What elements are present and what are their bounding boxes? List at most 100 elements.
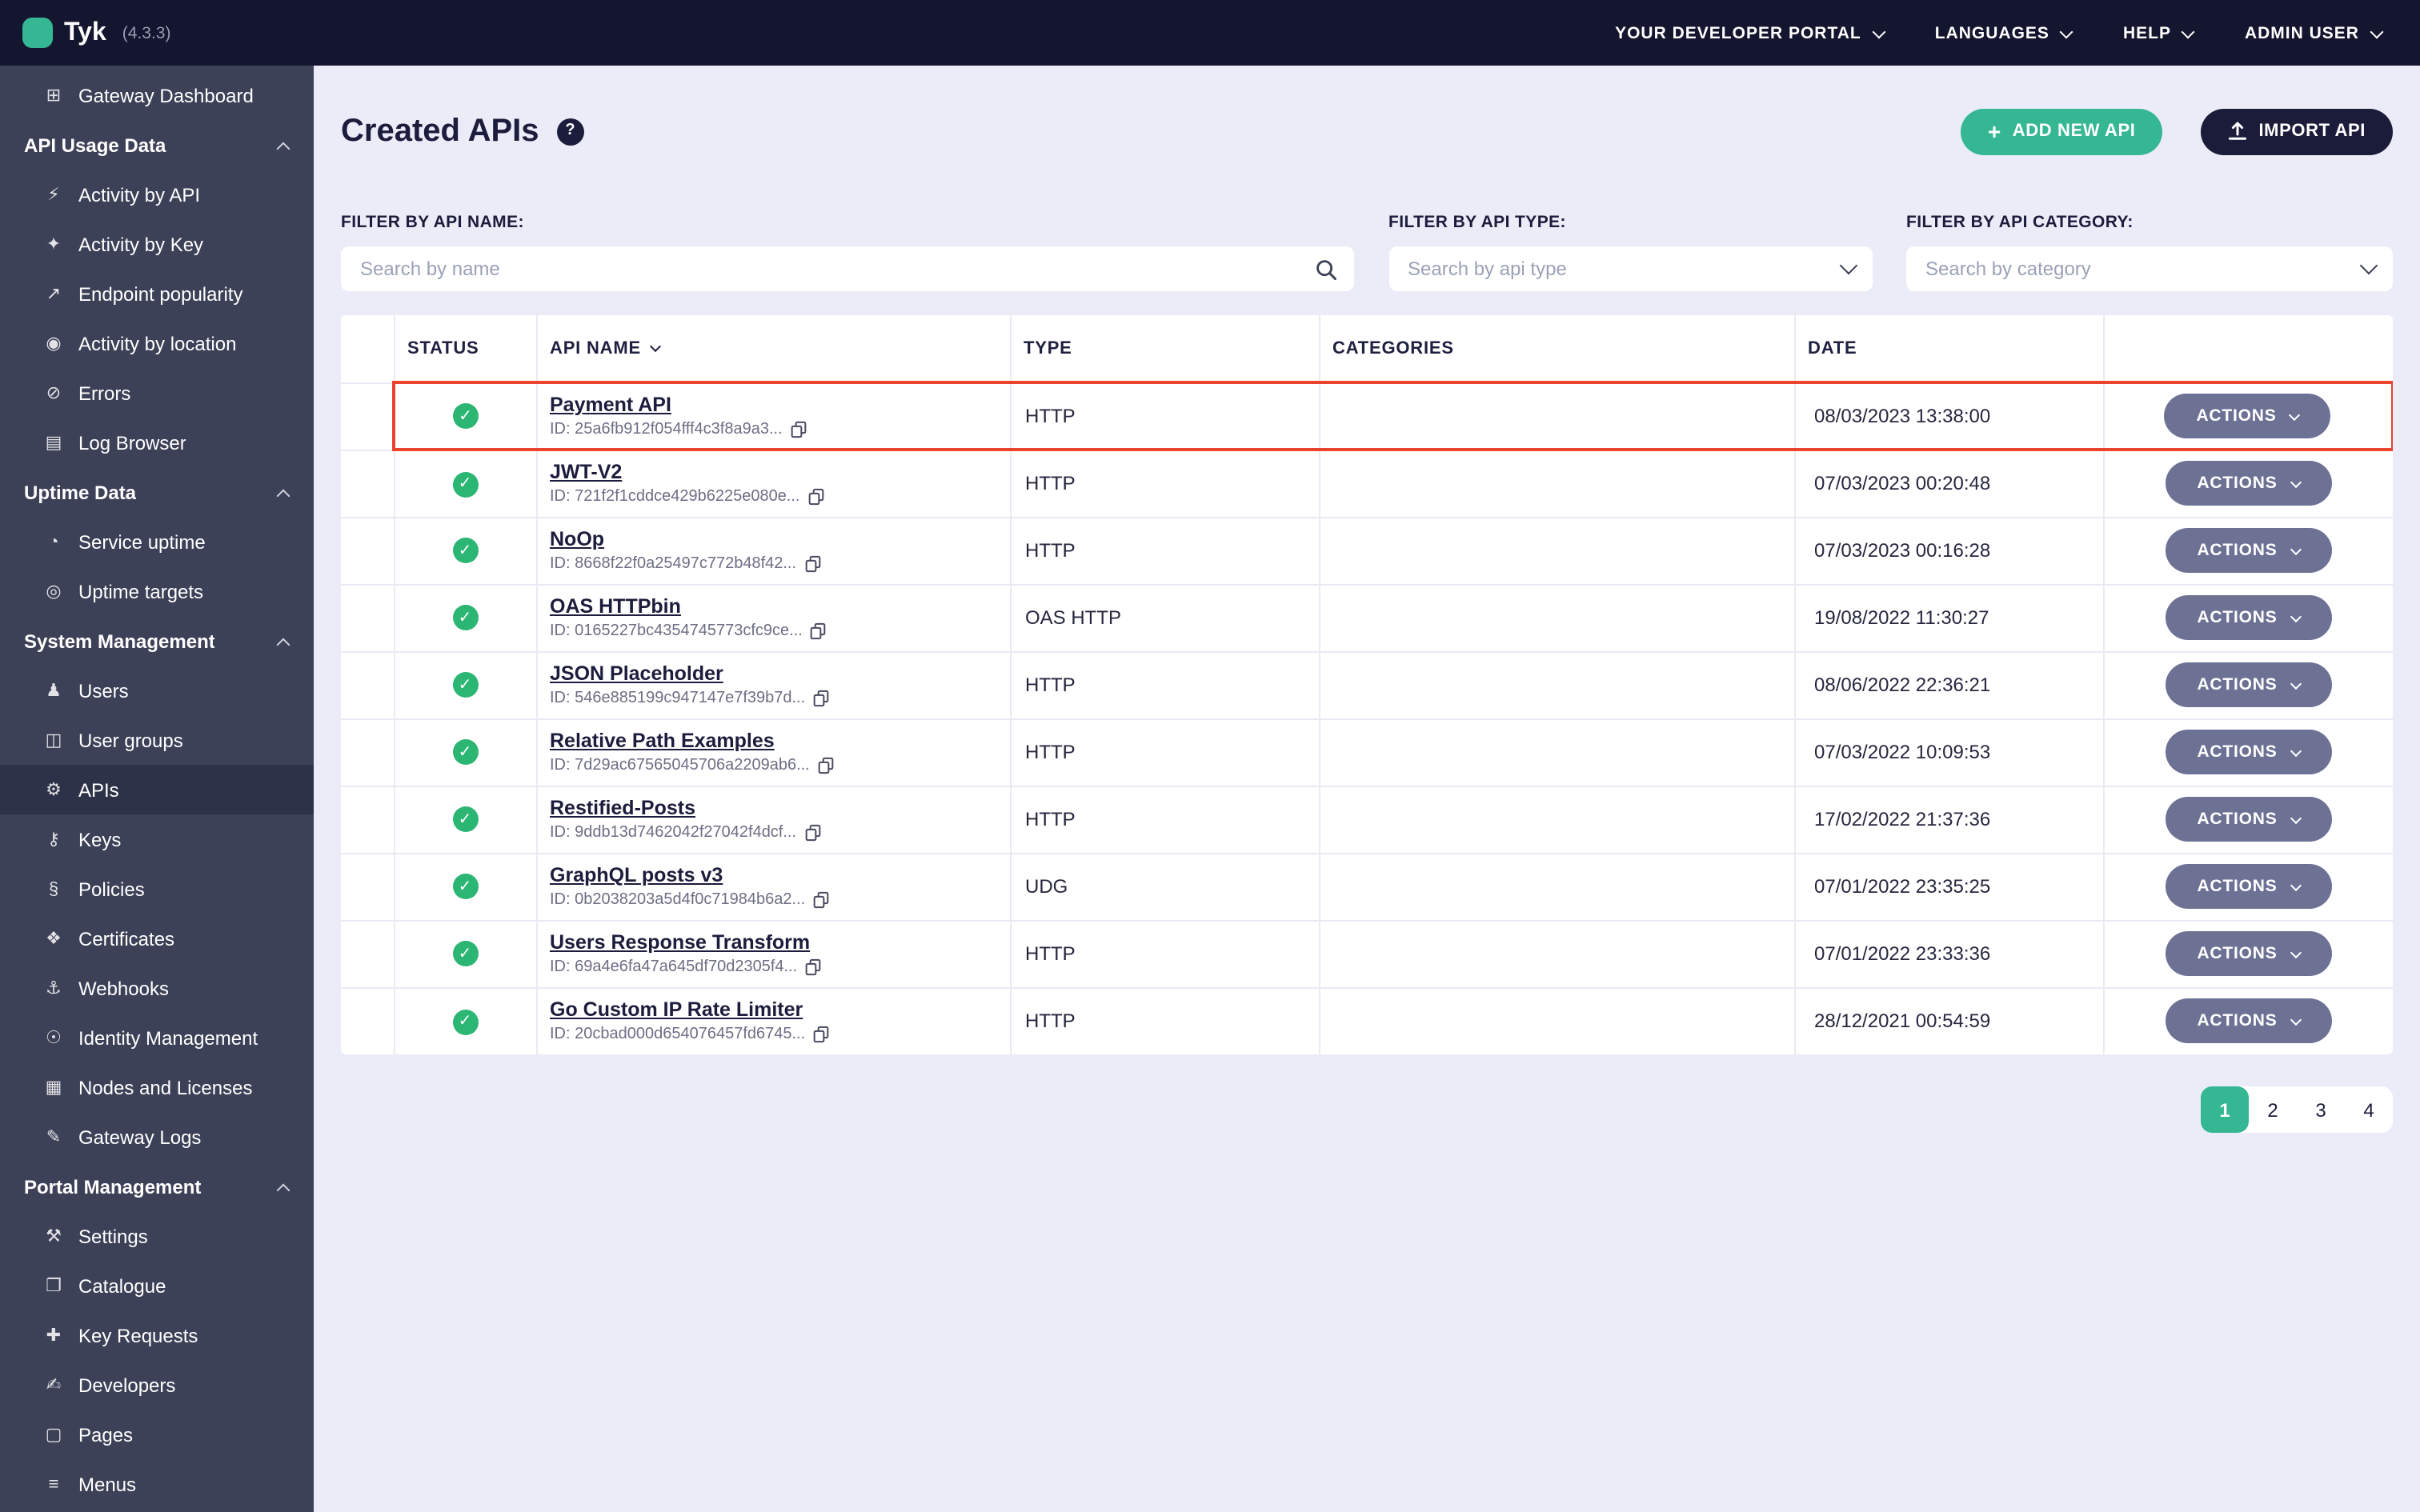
sidebar-item-label: Errors	[78, 382, 131, 404]
col-spacer	[341, 315, 395, 383]
menus-icon: ≡	[48, 1474, 59, 1494]
actions-button[interactable]: ACTIONS	[2165, 797, 2332, 842]
sidebar-section-uptime-data[interactable]: Uptime Data	[0, 467, 314, 517]
sidebar-item-gateway-dashboard[interactable]: ⊞ Gateway Dashboard	[0, 70, 314, 120]
sidebar-item-menus[interactable]: ≡ Menus	[0, 1459, 314, 1509]
sidebar-item-users[interactable]: ♟ Users	[0, 666, 314, 715]
row-name-cell: Payment API ID: 25a6fb912f054fff4c3f8a9a…	[536, 381, 1011, 451]
sidebar-item-activity-by-api[interactable]: ⚡ Activity by API	[0, 170, 314, 219]
api-category-select[interactable]: Search by category	[1906, 246, 2393, 291]
api-type-select[interactable]: Search by api type	[1388, 246, 1872, 291]
actions-button[interactable]: ACTIONS	[2165, 730, 2332, 774]
sidebar-section-system-management[interactable]: System Management	[0, 616, 314, 666]
sidebar-item-activity-by-key[interactable]: ✦ Activity by Key	[0, 219, 314, 269]
api-name-link[interactable]: OAS HTTPbin	[550, 595, 681, 618]
topbar-menu-languages[interactable]: LANGUAGES	[1935, 23, 2074, 42]
tyk-logo[interactable]: Tyk (4.3.3)	[22, 18, 171, 48]
actions-button-label: ACTIONS	[2197, 675, 2278, 694]
row-actions-cell: ACTIONS	[2103, 650, 2393, 718]
sidebar-item-activity-by-location[interactable]: ◉ Activity by location	[0, 318, 314, 368]
add-new-api-button[interactable]: + ADD NEW API	[1960, 108, 2163, 154]
copy-icon[interactable]	[804, 555, 820, 573]
developers-icon: ✍	[46, 1376, 62, 1395]
sidebar-item-user-groups[interactable]: ◫ User groups	[0, 715, 314, 765]
sidebar-item-developers[interactable]: ✍ Developers	[0, 1360, 314, 1410]
pagination-page-3[interactable]: 3	[2297, 1086, 2345, 1133]
api-name-link[interactable]: Users Response Transform	[550, 931, 810, 954]
api-name-link[interactable]: JSON Placeholder	[550, 662, 723, 685]
app-version: (4.3.3)	[122, 23, 171, 42]
sidebar-item-log-browser[interactable]: ▤ Log Browser	[0, 418, 314, 467]
copy-icon[interactable]	[805, 958, 821, 976]
chevron-down-icon	[2370, 24, 2384, 38]
sidebar-section-portal-management[interactable]: Portal Management	[0, 1162, 314, 1211]
row-categories-cell	[1319, 919, 1795, 987]
sidebar-item-label: Developers	[78, 1374, 176, 1396]
sidebar-item-apis[interactable]: ⚙ APIs	[0, 765, 314, 814]
sidebar-item-webhooks[interactable]: ⚓ Webhooks	[0, 963, 314, 1013]
filter-api-category: FILTER BY API CATEGORY: Search by catego…	[1906, 213, 2393, 291]
import-api-button[interactable]: IMPORT API	[2201, 108, 2393, 154]
copy-icon[interactable]	[813, 891, 829, 909]
actions-button[interactable]: ACTIONS	[2165, 461, 2332, 506]
api-name-link[interactable]: GraphQL posts v3	[550, 864, 723, 886]
sidebar-item-endpoint-popularity[interactable]: ↗ Endpoint popularity	[0, 269, 314, 318]
actions-button[interactable]: ACTIONS	[2165, 662, 2332, 707]
api-name-link[interactable]: Payment API	[550, 394, 671, 416]
actions-button[interactable]: ACTIONS	[2165, 931, 2332, 976]
sidebar-item-keys[interactable]: ⚷ Keys	[0, 814, 314, 864]
api-name-link[interactable]: Restified-Posts	[550, 797, 695, 819]
topbar-menu-help[interactable]: HELP	[2123, 23, 2196, 42]
copy-icon[interactable]	[791, 421, 807, 438]
sidebar-item-uptime-targets[interactable]: ◎ Uptime targets	[0, 566, 314, 616]
sidebar-item-key-requests[interactable]: ✚ Key Requests	[0, 1310, 314, 1360]
actions-button[interactable]: ACTIONS	[2165, 528, 2332, 573]
copy-icon[interactable]	[808, 489, 824, 506]
sidebar-section-api-usage-data[interactable]: API Usage Data	[0, 120, 314, 170]
copy-icon[interactable]	[813, 690, 829, 707]
row-type-cell: HTTP	[1010, 449, 1320, 517]
table-row: ✓ Restified-Posts ID: 9ddb13d7462042f270…	[341, 785, 2393, 853]
copy-icon[interactable]	[811, 622, 827, 640]
pagination-page-2[interactable]: 2	[2249, 1086, 2297, 1133]
sidebar-item-certificates[interactable]: ❖ Certificates	[0, 914, 314, 963]
topbar-menu-developer-portal[interactable]: YOUR DEVELOPER PORTAL	[1615, 23, 1886, 42]
pagination-page-4[interactable]: 4	[2345, 1086, 2393, 1133]
api-name-link[interactable]: Relative Path Examples	[550, 730, 775, 752]
sidebar-item-catalogue[interactable]: ❐ Catalogue	[0, 1261, 314, 1310]
sidebar-item-identity-management[interactable]: ☉ Identity Management	[0, 1013, 314, 1062]
copy-icon[interactable]	[804, 824, 820, 842]
api-name-link[interactable]: JWT-V2	[550, 462, 622, 484]
gateway-logs-icon: ✎	[46, 1128, 62, 1147]
sidebar-item-settings[interactable]: ⚒ Settings	[0, 1211, 314, 1261]
sidebar-item-pages[interactable]: ▢ Pages	[0, 1410, 314, 1459]
api-name-link[interactable]: Go Custom IP Rate Limiter	[550, 999, 803, 1022]
col-type: TYPE	[1010, 315, 1320, 383]
sidebar-item-errors[interactable]: ⊘ Errors	[0, 368, 314, 418]
col-api-name[interactable]: API NAME	[536, 315, 1011, 383]
actions-button[interactable]: ACTIONS	[2165, 864, 2332, 909]
api-id-row: ID: 721f2f1cddce429b6225e080e...	[550, 489, 1008, 506]
actions-button[interactable]: ACTIONS	[2165, 998, 2332, 1044]
topbar-menu-admin-user[interactable]: ADMIN USER	[2245, 23, 2384, 42]
actions-button[interactable]: ACTIONS	[2165, 595, 2332, 640]
api-name-link[interactable]: NoOp	[550, 528, 604, 550]
sidebar-item-service-uptime[interactable]: ◔ Service uptime	[0, 517, 314, 566]
copy-icon[interactable]	[813, 1026, 829, 1044]
copy-icon[interactable]	[818, 757, 834, 774]
api-id-row: ID: 8668f22f0a25497c772b48f42...	[550, 555, 1008, 573]
row-spacer-cell	[341, 785, 395, 853]
table-row: ✓ NoOp ID: 8668f22f0a25497c772b48f42... …	[341, 516, 2393, 584]
plus-icon: +	[1987, 118, 2001, 143]
table-row: ✓ Payment API ID: 25a6fb912f054fff4c3f8a…	[341, 381, 2393, 451]
pagination-page-1[interactable]: 1	[2201, 1086, 2249, 1133]
actions-button[interactable]: ACTIONS	[2164, 394, 2331, 438]
row-categories-cell	[1319, 516, 1795, 584]
api-name-search-input[interactable]	[360, 258, 1306, 280]
help-button[interactable]: ?	[556, 118, 584, 145]
row-type-cell: HTTP	[1010, 718, 1320, 786]
sidebar-item-gateway-logs[interactable]: ✎ Gateway Logs	[0, 1112, 314, 1162]
sidebar-item-nodes-and-licenses[interactable]: ▦ Nodes and Licenses	[0, 1062, 314, 1112]
api-id: ID: 0b2038203a5d4f0c71984b6a2...	[550, 891, 806, 909]
sidebar-item-policies[interactable]: § Policies	[0, 864, 314, 914]
